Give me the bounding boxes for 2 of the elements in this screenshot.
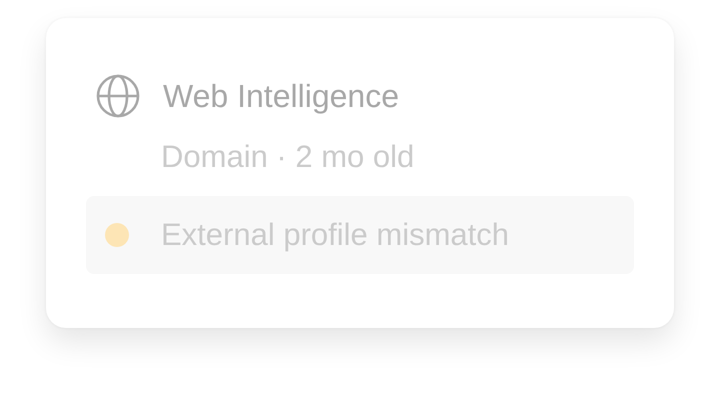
section-title: Web Intelligence (163, 76, 399, 116)
globe-icon (96, 74, 140, 118)
